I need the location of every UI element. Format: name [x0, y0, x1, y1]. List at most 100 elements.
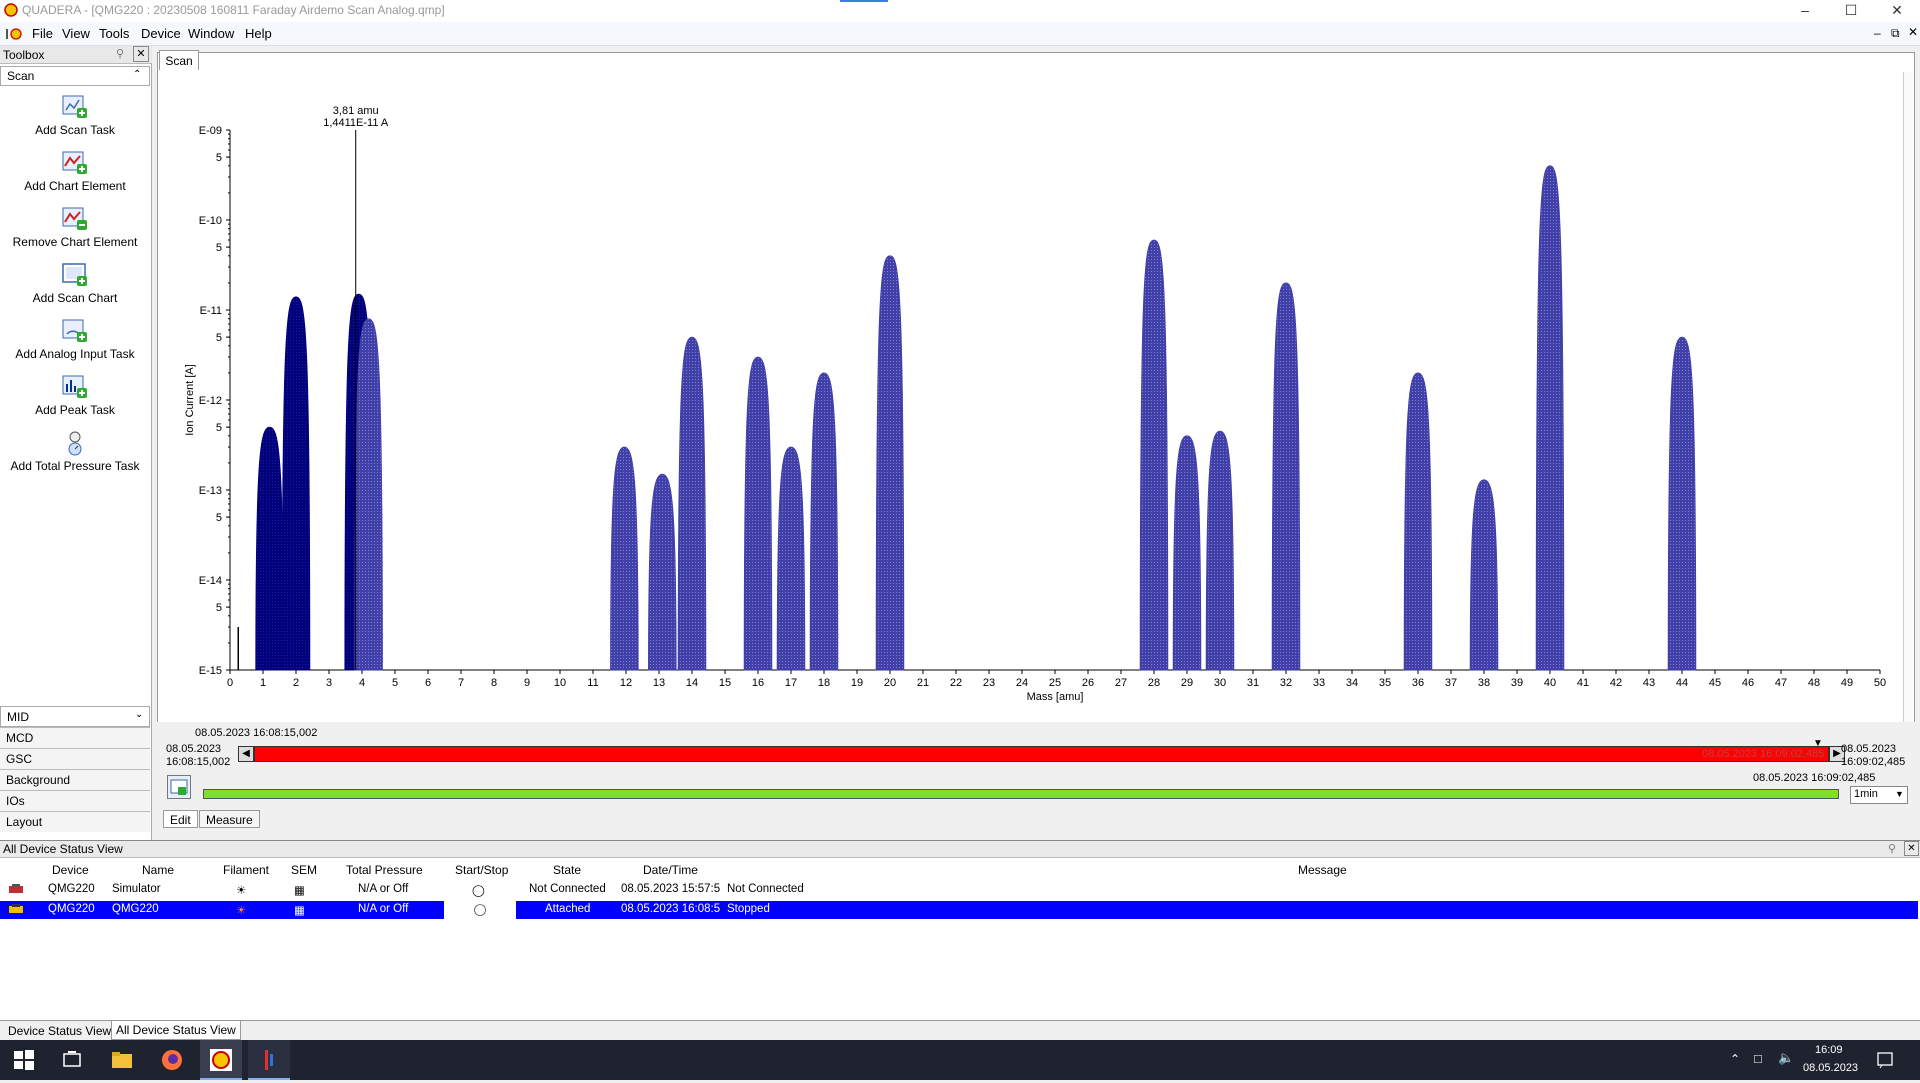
x-tick-label: 43 — [1643, 677, 1655, 689]
pin-icon[interactable]: ⚲ — [116, 47, 124, 60]
toolbox-category-ios[interactable]: IOs — [0, 790, 150, 811]
file-explorer-icon[interactable] — [110, 1048, 134, 1072]
menu-tools[interactable]: Tools — [99, 26, 129, 41]
menu-view[interactable]: View — [62, 26, 90, 41]
add-chart-element-label: Add Chart Element — [24, 179, 126, 193]
timeline-left-time: 16:08:15,002 — [166, 756, 231, 768]
col-datetime[interactable]: Date/Time — [643, 863, 698, 877]
chevron-down-icon[interactable]: ⌄ — [135, 709, 143, 720]
add-total-pressure-icon — [68, 431, 82, 456]
x-tick-label: 24 — [1016, 677, 1028, 689]
clock-date[interactable]: 08.05.2023 — [1803, 1062, 1858, 1074]
peak-mark — [1271, 282, 1301, 671]
toolbox-section-scan[interactable]: Scan ⌃ — [0, 66, 150, 86]
add-total-pressure-task-tool[interactable]: Add Total Pressure Task — [0, 430, 150, 473]
toolbox-category-layout[interactable]: Layout — [0, 811, 150, 832]
mdi-close-button[interactable]: ✕ — [1908, 25, 1918, 39]
add-scan-chart-label: Add Scan Chart — [32, 291, 118, 305]
clock-time[interactable]: 16:09 — [1815, 1044, 1843, 1056]
menu-device[interactable]: Device — [141, 26, 181, 41]
toolbox-category-mid[interactable]: MID ⌄ — [0, 706, 150, 727]
task-view-icon[interactable] — [60, 1048, 84, 1072]
tab-scan[interactable]: Scan — [159, 50, 199, 70]
window-title: QUADERA - [QMG220 : 20230508 160811 Fara… — [22, 3, 445, 17]
start-stop-icon[interactable]: ◯ — [472, 883, 485, 897]
scan-chart[interactable]: E-09 5 E-10 5 E-11 5 E-12 5 E-13 5 E-14 5 E-15 Ion Cu… — [158, 70, 1914, 720]
close-button[interactable]: ✕ — [1874, 0, 1920, 22]
network-icon[interactable]: □ — [1754, 1051, 1762, 1066]
windows-start-icon[interactable] — [12, 1048, 36, 1072]
x-tick-label: 4 — [359, 677, 365, 689]
maximize-button[interactable]: ☐ — [1828, 0, 1874, 22]
add-peak-task-tool[interactable]: Add Peak Task — [0, 374, 150, 417]
volume-icon[interactable]: 🔈 — [1778, 1050, 1794, 1066]
add-scan-chart-tool[interactable]: Add Scan Chart — [0, 262, 150, 305]
status-view-close-icon[interactable]: ✕ — [1904, 841, 1919, 856]
cell-total-pressure: N/A or Off — [358, 903, 409, 915]
pin-icon[interactable]: ⚲ — [1888, 842, 1896, 855]
col-sem[interactable]: SEM — [291, 863, 317, 877]
time-window-bar[interactable] — [203, 789, 1839, 799]
start-stop-button[interactable]: ◯ — [444, 901, 516, 919]
menu-help[interactable]: Help — [245, 26, 272, 41]
category-label: MCD — [6, 731, 34, 745]
quadera-taskbar-button[interactable] — [200, 1040, 242, 1080]
firefox-icon[interactable] — [160, 1048, 184, 1072]
x-tick-label: 22 — [950, 677, 962, 689]
chevron-up-icon[interactable]: ⌃ — [133, 69, 141, 80]
timeline-marker-icon[interactable]: ▼ — [1813, 738, 1823, 749]
notification-icon[interactable] — [1876, 1051, 1894, 1069]
app-menu-icon[interactable] — [6, 27, 22, 41]
col-total-pressure[interactable]: Total Pressure — [346, 863, 423, 877]
x-tick-label: 1 — [260, 677, 266, 689]
timeline-settings-button[interactable] — [167, 775, 191, 799]
toolbox-category-gsc[interactable]: GSC — [0, 748, 150, 769]
minimize-button[interactable]: – — [1782, 0, 1828, 22]
peak-mark — [875, 255, 905, 671]
col-device[interactable]: Device — [52, 863, 89, 877]
x-tick-label: 49 — [1841, 677, 1853, 689]
tab-measure[interactable]: Measure — [199, 810, 260, 828]
interval-select[interactable]: 1min ▼ — [1850, 786, 1908, 804]
x-tick-label: 48 — [1808, 677, 1820, 689]
tab-all-device-status-view[interactable]: All Device Status View — [111, 1021, 241, 1040]
mdi-restore-button[interactable]: ⧉ — [1891, 26, 1900, 41]
col-start-stop[interactable]: Start/Stop — [455, 863, 508, 877]
add-total-pressure-task-label: Add Total Pressure Task — [10, 459, 140, 473]
table-row[interactable]: QMG220 Simulator ☀ ▦ N/A or Off ◯ Not Co… — [0, 881, 1918, 899]
col-filament[interactable]: Filament — [223, 863, 269, 877]
col-state[interactable]: State — [553, 863, 581, 877]
add-analog-input-task-tool[interactable]: Add Analog Input Task — [0, 318, 150, 361]
col-name[interactable]: Name — [142, 863, 174, 877]
add-scan-task-tool[interactable]: Add Scan Task — [0, 94, 150, 137]
quadera-logo-icon — [4, 3, 18, 17]
peak-mark — [677, 336, 707, 671]
x-tick-label: 12 — [620, 677, 632, 689]
peak-mark — [255, 426, 284, 671]
toolbox-category-mcd[interactable]: MCD — [0, 727, 150, 748]
timeline-left-arrow-button[interactable]: ◀ — [238, 746, 254, 762]
col-message[interactable]: Message — [1298, 863, 1347, 877]
tab-device-status-view[interactable]: Device Status View — [4, 1022, 115, 1040]
x-tick-label: 30 — [1214, 677, 1226, 689]
tab-edit[interactable]: Edit — [163, 810, 198, 828]
timeline-range-bar[interactable]: 08.05.2023 16:09:02,485 — [254, 746, 1829, 762]
device-status-view: All Device Status View ⚲ ✕ Device Name F… — [0, 840, 1920, 1020]
table-row-selected[interactable]: QMG220 QMG220 ☀ ▦ N/A or Off ◯ Attached … — [0, 901, 1918, 919]
y-tick-label: 5 — [216, 332, 222, 344]
menu-file[interactable]: File — [32, 26, 53, 41]
toolbox-category-background[interactable]: Background — [0, 769, 150, 790]
chart-scrollbar[interactable] — [1903, 72, 1913, 724]
menu-window[interactable]: Window — [188, 26, 234, 41]
remove-chart-element-tool[interactable]: Remove Chart Element — [0, 206, 150, 249]
x-tick-label: 40 — [1544, 677, 1556, 689]
mdi-minimize-button[interactable]: – — [1874, 26, 1881, 40]
x-tick-label: 14 — [686, 677, 698, 689]
section-label: Scan — [7, 69, 35, 83]
add-chart-element-tool[interactable]: Add Chart Element — [0, 150, 150, 193]
toolbox-panel: Toolbox ⚲ ✕ Scan ⌃ Add Scan Task Add Cha… — [0, 46, 152, 840]
tray-chevron-icon[interactable]: ⌃ — [1730, 1052, 1740, 1066]
x-tick-label: 41 — [1577, 677, 1589, 689]
toolbox-close-icon[interactable]: ✕ — [133, 46, 149, 62]
pinned-app-taskbar-button[interactable] — [248, 1040, 290, 1080]
